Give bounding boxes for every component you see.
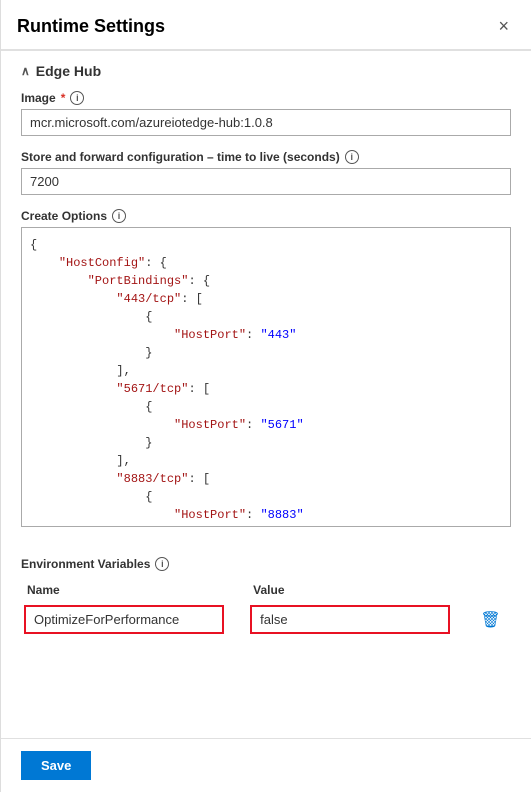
env-variables-label-text: Environment Variables [21, 557, 150, 571]
image-input[interactable] [21, 109, 511, 136]
code-line: "HostPort": "443" [30, 326, 502, 344]
image-field-label: Image * i [21, 91, 511, 105]
save-button[interactable]: Save [21, 751, 91, 780]
env-table-header-row: Name Value [21, 579, 511, 601]
env-variables-section: Environment Variables i Name Value [1, 541, 531, 638]
env-actions-column-header [473, 579, 511, 601]
code-line: { [30, 398, 502, 416]
code-line: { [30, 488, 502, 506]
code-line: ], [30, 362, 502, 380]
code-line: "HostPort": "5671" [30, 416, 502, 434]
panel-title: Runtime Settings [17, 16, 165, 37]
store-forward-input[interactable] [21, 168, 511, 195]
code-line: } [30, 344, 502, 362]
env-table-header: Name Value [21, 579, 511, 601]
code-line: "HostConfig": { [30, 254, 502, 272]
create-options-editor[interactable]: { "HostConfig": { "PortBindings": { "443… [21, 227, 511, 527]
env-value-cell [247, 601, 473, 638]
code-line: "PortBindings": { [30, 272, 502, 290]
code-line: "8883/tcp": [ [30, 470, 502, 488]
env-delete-cell: 🗑 [473, 601, 511, 638]
env-variables-info-icon[interactable]: i [155, 557, 169, 571]
edge-hub-section-label: Edge Hub [36, 63, 101, 79]
create-options-label: Create Options i [21, 209, 511, 223]
required-star: * [61, 91, 66, 105]
store-forward-field-group: Store and forward configuration – time t… [21, 150, 511, 195]
image-field-group: Image * i [21, 91, 511, 136]
create-options-label-text: Create Options [21, 209, 107, 223]
table-row: 🗑 [21, 601, 511, 638]
env-name-column-header: Name [21, 579, 247, 601]
store-forward-info-icon[interactable]: i [345, 150, 359, 164]
env-variables-table: Name Value 🗑 [21, 579, 511, 638]
panel-footer: Save [1, 738, 531, 792]
code-line: ], [30, 452, 502, 470]
panel-body: ∧ Edge Hub Image * i Store and forward c… [1, 51, 531, 738]
edge-hub-section-header[interactable]: ∧ Edge Hub [21, 63, 511, 79]
env-value-input[interactable] [250, 605, 450, 634]
env-delete-button[interactable]: 🗑 [476, 608, 504, 632]
image-label-text: Image [21, 91, 56, 105]
env-table-body: 🗑 [21, 601, 511, 638]
code-line: "HostPort": "8883" [30, 506, 502, 524]
env-value-column-header: Value [247, 579, 473, 601]
code-line: } [30, 524, 502, 527]
close-button[interactable]: × [492, 14, 515, 39]
runtime-settings-panel: Runtime Settings × ∧ Edge Hub Image * i [0, 0, 531, 792]
create-options-info-icon[interactable]: i [112, 209, 126, 223]
code-line: { [30, 236, 502, 254]
code-line: "5671/tcp": [ [30, 380, 502, 398]
image-info-icon[interactable]: i [70, 91, 84, 105]
code-line: "443/tcp": [ [30, 290, 502, 308]
panel-header: Runtime Settings × [1, 0, 531, 50]
store-forward-label: Store and forward configuration – time t… [21, 150, 511, 164]
edge-hub-section: ∧ Edge Hub Image * i Store and forward c… [1, 51, 531, 527]
store-forward-label-text: Store and forward configuration – time t… [21, 150, 340, 164]
create-options-field-group: Create Options i { "HostConfig": { "Port… [21, 209, 511, 527]
env-name-input[interactable] [24, 605, 224, 634]
code-line: } [30, 434, 502, 452]
chevron-up-icon: ∧ [21, 64, 30, 78]
code-line: { [30, 308, 502, 326]
env-name-cell [21, 601, 247, 638]
env-variables-label: Environment Variables i [21, 557, 511, 571]
